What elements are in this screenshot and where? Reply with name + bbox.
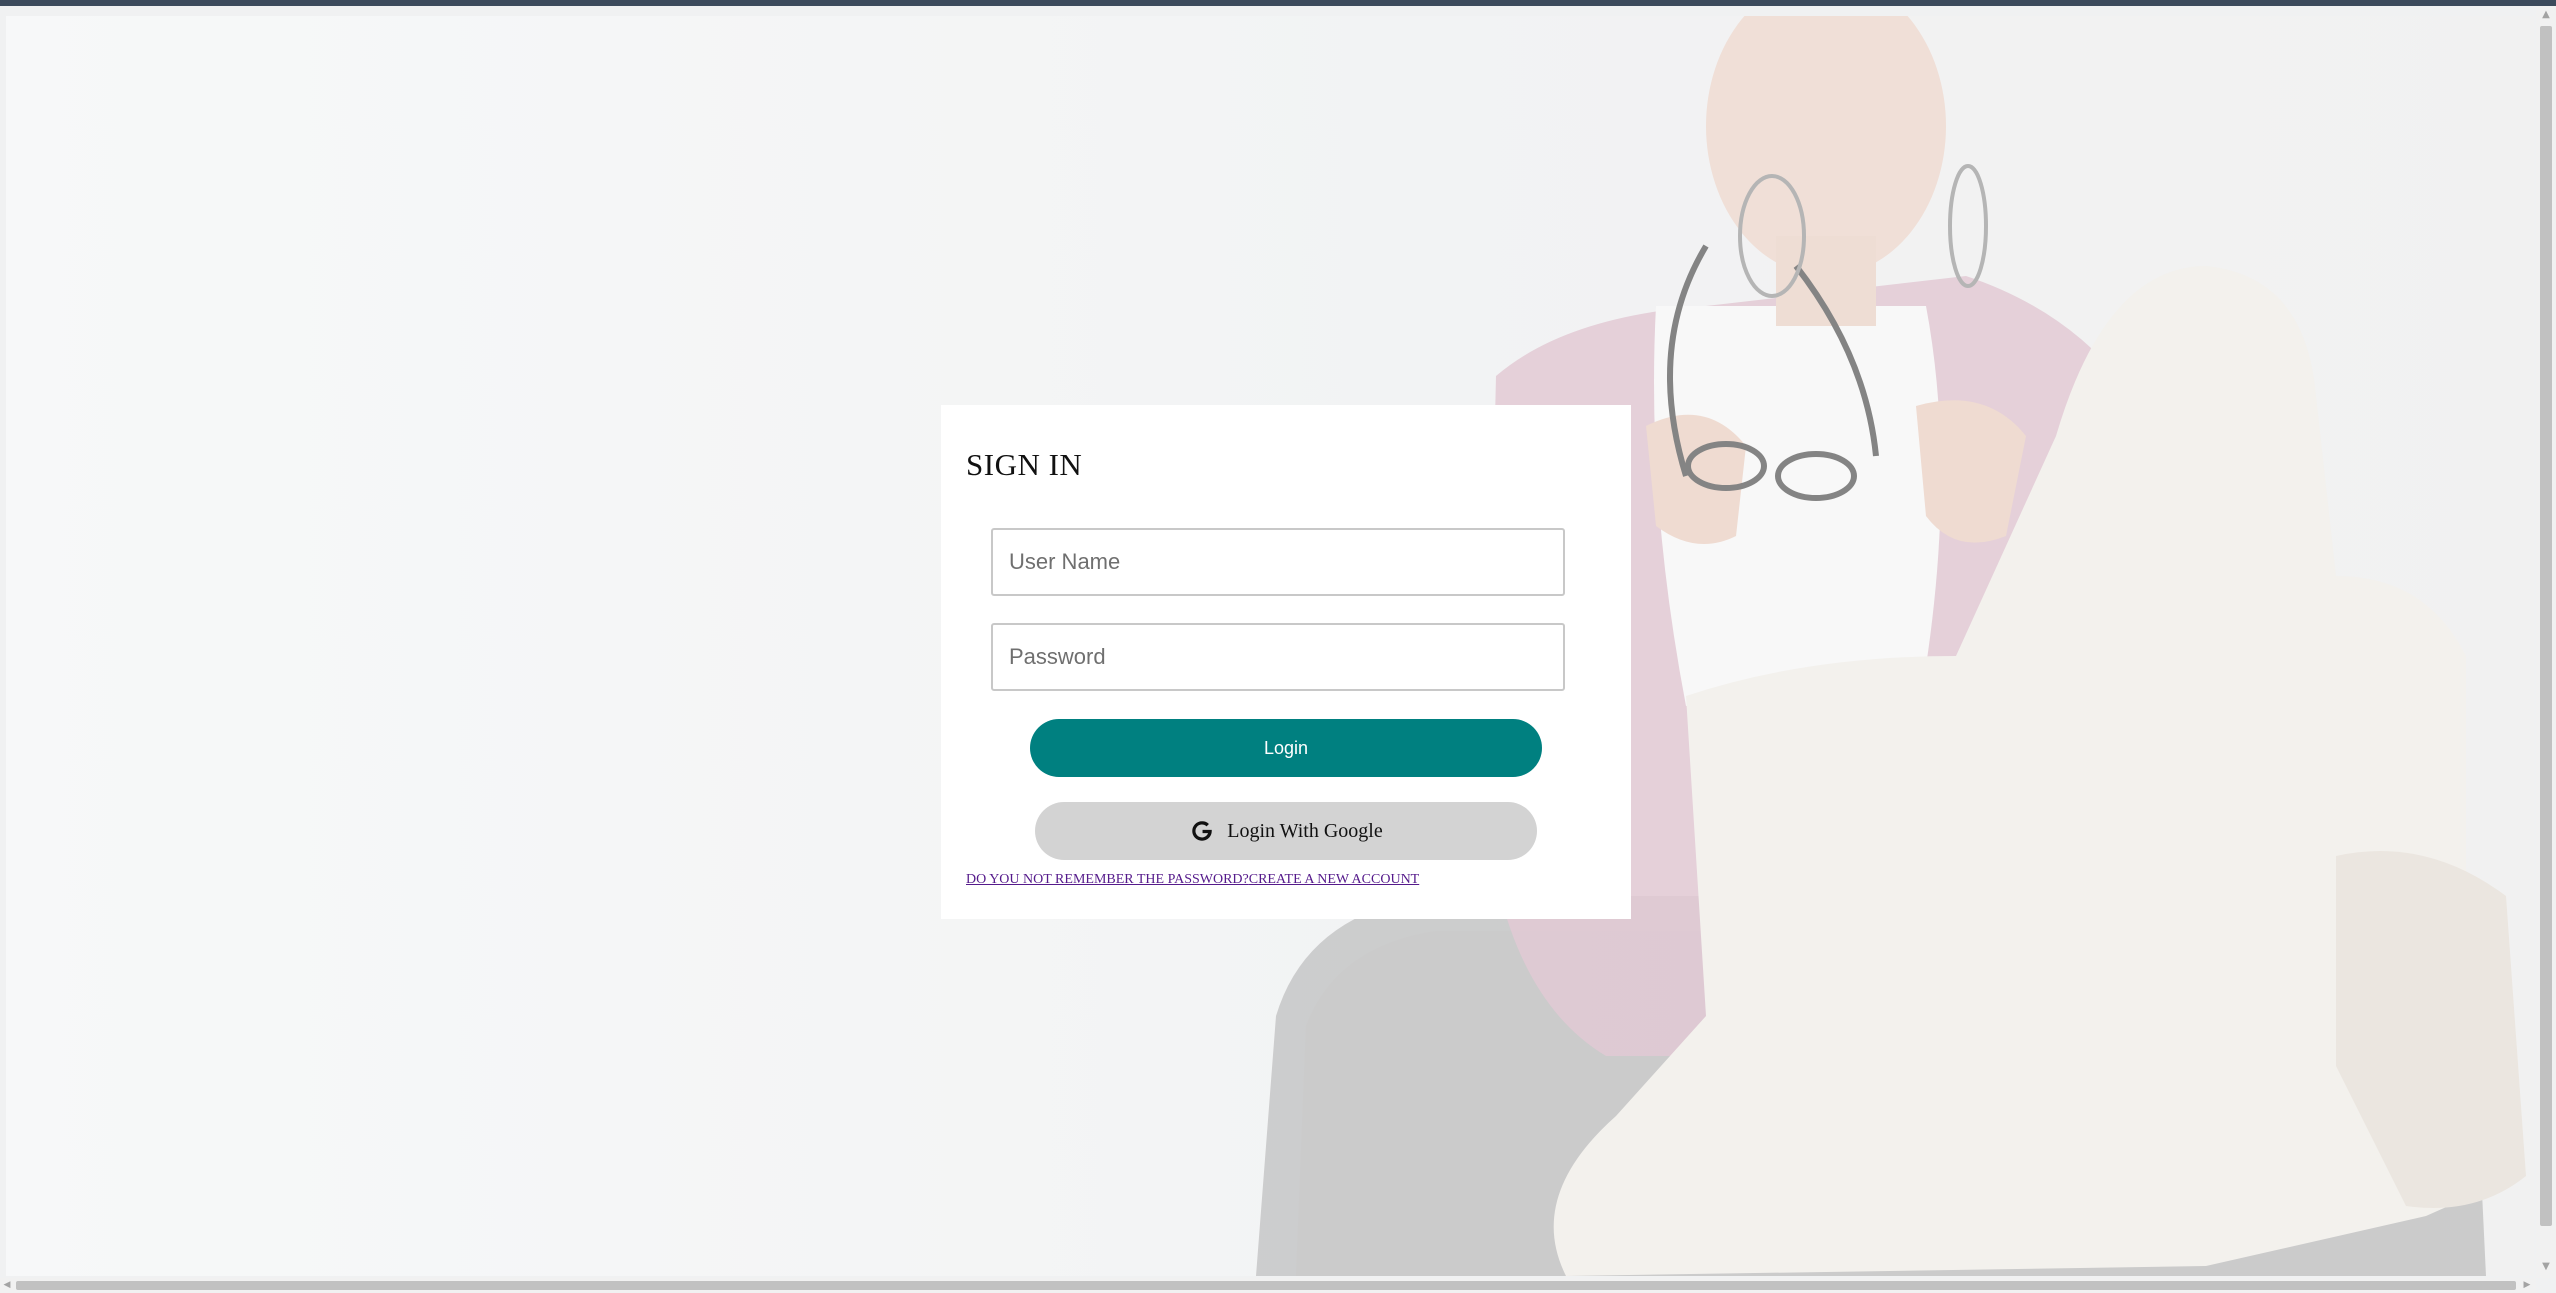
vertical-scroll-thumb[interactable] [2540, 26, 2552, 1226]
google-button-label: Login With Google [1227, 819, 1383, 842]
page-viewport: SIGN IN Login Login With Google DO YOU N… [6, 16, 2534, 1276]
scroll-down-icon[interactable]: ▼ [2540, 1260, 2552, 1274]
login-button[interactable]: Login [1030, 719, 1542, 777]
scroll-up-icon[interactable]: ▲ [2540, 8, 2552, 22]
scroll-left-icon[interactable]: ◀ [0, 1278, 14, 1293]
account-links: DO YOU NOT REMEMBER THE PASSWORD?CREATE … [966, 872, 1419, 888]
login-button-label: Login [1263, 737, 1309, 758]
scroll-right-icon[interactable]: ▶ [2520, 1278, 2534, 1293]
forgot-password-link[interactable]: DO YOU NOT REMEMBER THE PASSWORD? [966, 872, 1249, 887]
horizontal-scrollbar[interactable]: ◀ ▶ [0, 1278, 2536, 1293]
browser-top-bar [0, 0, 2556, 6]
vertical-scrollbar[interactable]: ▲ ▼ [2536, 6, 2556, 1278]
create-account-link[interactable]: CREATE A NEW ACCOUNT [1249, 872, 1419, 887]
signin-card: SIGN IN Login Login With Google DO YOU N… [941, 405, 1631, 919]
google-g-icon [1192, 821, 1212, 841]
signin-title: SIGN IN [966, 447, 1083, 482]
password-input[interactable] [991, 623, 1565, 691]
username-input[interactable] [991, 528, 1565, 596]
login-with-google-button[interactable]: Login With Google [1035, 802, 1537, 860]
horizontal-scroll-thumb[interactable] [16, 1281, 2516, 1290]
